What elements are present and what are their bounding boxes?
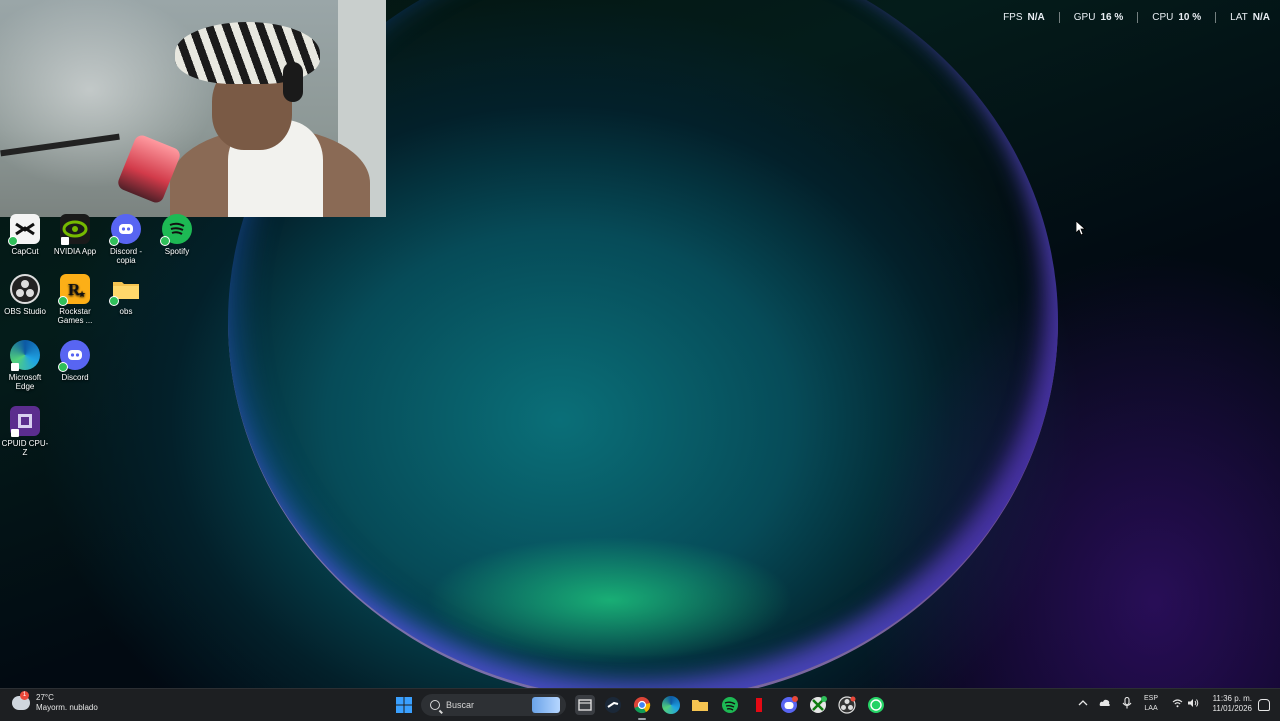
shortcut-arrow-icon (11, 363, 19, 371)
language-indicator[interactable]: ESP LAA (1144, 694, 1158, 714)
shortcut-arrow-icon (61, 237, 69, 245)
stat-gpu: GPU 16 % (1074, 12, 1123, 23)
stat-value: 16 % (1100, 12, 1124, 23)
lang-line1: ESP (1144, 695, 1159, 702)
desktop-icon-edge[interactable]: Microsoft Edge (0, 340, 50, 391)
stat-label: CPU (1152, 12, 1174, 23)
icon-label: Spotify (164, 247, 190, 256)
stat-divider (1215, 12, 1217, 23)
taskbar-search[interactable]: Buscar (421, 694, 566, 716)
mouse-cursor-icon (1075, 220, 1087, 241)
stat-label: GPU (1073, 12, 1096, 23)
spotify-icon (160, 214, 192, 246)
capcut-icon (8, 214, 40, 246)
xbox-icon[interactable] (808, 695, 828, 715)
desktop-icon-discord-copia[interactable]: Discord - copia (101, 214, 151, 265)
spotify-icon[interactable] (720, 695, 740, 715)
stat-divider (1137, 12, 1139, 23)
edge-icon (10, 340, 40, 371)
file-explorer-icon[interactable] (575, 695, 595, 715)
volume-icon[interactable] (1187, 698, 1199, 710)
icon-label: Microsoft Edge (8, 373, 42, 391)
desktop-icon-capcut[interactable]: CapCut (0, 214, 50, 256)
search-icon (430, 700, 440, 710)
sync-check-icon (109, 236, 119, 246)
stat-value: N/A (1252, 12, 1270, 23)
wallpaper-haze (860, 250, 1280, 688)
weather-widget[interactable]: 1 27°C Mayorm. nublado (12, 691, 98, 713)
stat-value: N/A (1027, 12, 1045, 23)
cpuz-icon (10, 406, 40, 437)
rockstar-icon: R ★ (58, 274, 90, 306)
discord-icon[interactable] (779, 695, 799, 715)
desktop-icon-obs-folder[interactable]: obs (101, 274, 151, 316)
discord-icon (58, 340, 90, 372)
desktop-icon-discord[interactable]: Discord (50, 340, 100, 382)
sync-check-icon (160, 236, 170, 246)
webcam-overlay (0, 0, 386, 217)
icon-label: OBS Studio (4, 307, 46, 316)
system-clock[interactable]: 11:36 p. m. 11/01/2026 (1213, 694, 1252, 714)
stat-divider (1058, 12, 1060, 23)
netflix-icon[interactable] (749, 695, 769, 715)
sync-check-icon (109, 296, 119, 306)
icon-label: CapCut (11, 247, 39, 256)
whatsapp-icon[interactable] (866, 695, 886, 715)
stat-label: FPS (1003, 12, 1023, 23)
search-highlight-icon (532, 697, 560, 713)
weather-badge: 1 (20, 691, 29, 700)
stat-cpu: CPU 10 % (1152, 12, 1201, 23)
wifi-icon[interactable] (1172, 698, 1183, 710)
desktop-icon-nvidia[interactable]: NVIDIA App (50, 214, 100, 256)
sync-check-icon (8, 236, 18, 246)
sync-check-icon (58, 362, 68, 372)
edge-icon[interactable] (661, 695, 681, 715)
nvidia-icon (60, 214, 90, 245)
weather-temp: 27°C (36, 693, 54, 702)
stat-label: LAT (1230, 12, 1248, 23)
start-button[interactable] (396, 697, 412, 713)
search-placeholder: Buscar (446, 700, 475, 710)
icon-label: obs (119, 307, 133, 316)
lang-line2: LAA (1144, 705, 1158, 712)
icon-label: Discord - copia (109, 247, 142, 265)
desktop-icon-rockstar[interactable]: R ★ Rockstar Games ... (50, 274, 100, 325)
cloud-icon: 1 (12, 691, 30, 710)
windows-icon (396, 697, 412, 713)
chevron-up-icon[interactable] (1078, 698, 1088, 710)
webcam-headset (283, 62, 303, 102)
clock-time: 11:36 p. m. (1212, 694, 1252, 703)
desktop-icon-obs[interactable]: OBS Studio (0, 274, 50, 316)
desktop-icon-cpuz[interactable]: CPUID CPU-Z (0, 406, 50, 457)
icon-label: CPUID CPU-Z (1, 439, 49, 457)
obs-icon (10, 274, 40, 304)
obs-icon[interactable] (837, 695, 857, 715)
sync-check-icon (58, 296, 68, 306)
desktop-icon-spotify[interactable]: Spotify (152, 214, 202, 256)
onedrive-icon[interactable] (1099, 698, 1111, 710)
stat-value: 10 % (1178, 12, 1202, 23)
microphone-icon[interactable] (1122, 696, 1132, 711)
discord-icon (109, 214, 141, 246)
folder-icon (109, 274, 141, 306)
chrome-icon[interactable] (632, 695, 652, 715)
notification-bell-icon[interactable] (1258, 699, 1270, 711)
taskbar: 1 27°C Mayorm. nublado Buscar ESP LAA 11… (0, 688, 1280, 721)
performance-overlay: FPS N/A GPU 16 % CPU 10 % LAT N/A (1003, 12, 1270, 23)
folder-icon[interactable] (690, 695, 710, 715)
icon-label: Rockstar Games ... (57, 307, 93, 325)
shortcut-arrow-icon (11, 429, 19, 437)
svg-text:★: ★ (78, 289, 86, 299)
stat-fps: FPS N/A (1003, 12, 1045, 23)
stat-lat: LAT N/A (1230, 12, 1270, 23)
steam-icon[interactable] (603, 695, 623, 715)
weather-desc: Mayorm. nublado (36, 703, 98, 712)
icon-label: NVIDIA App (53, 247, 97, 256)
icon-label: Discord (61, 373, 89, 382)
clock-date: 11/01/2026 (1212, 704, 1252, 713)
